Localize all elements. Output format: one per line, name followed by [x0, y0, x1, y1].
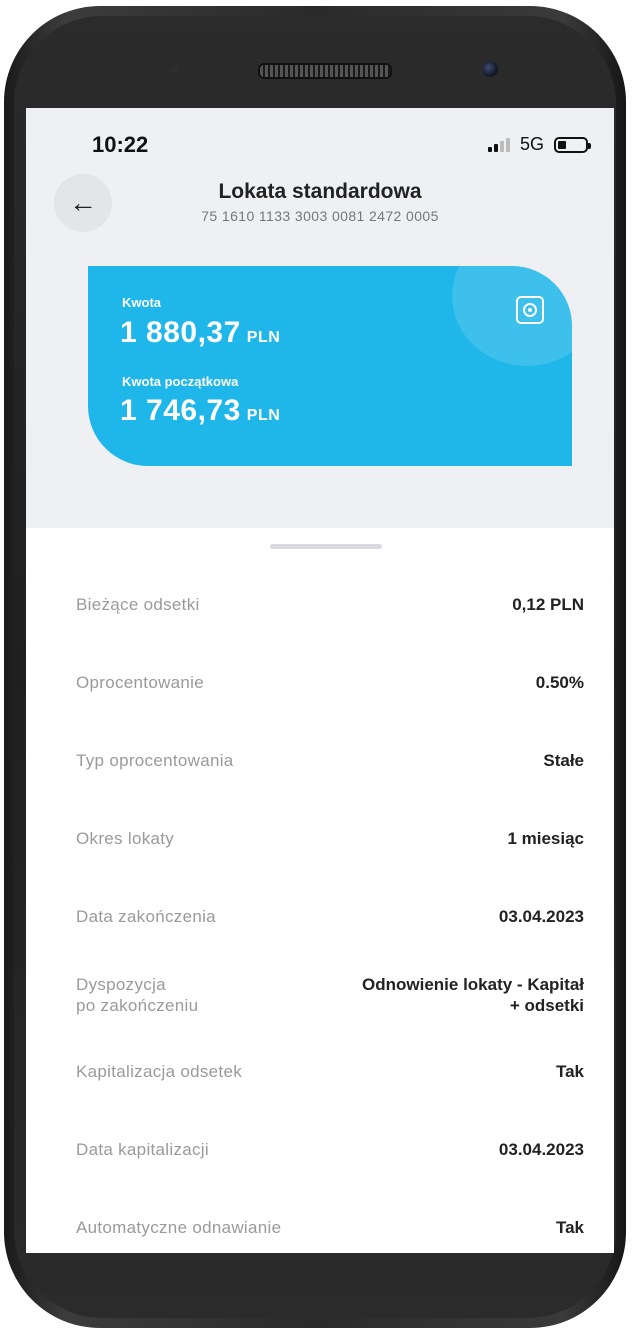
detail-label: Dyspozycja po zakończeniu — [76, 975, 199, 1015]
front-camera — [482, 61, 498, 77]
header-area: 10:22 5G ← Lokata standardowa 75 1610 11… — [26, 108, 614, 528]
detail-value: 0.50% — [535, 673, 584, 692]
detail-row-end-disposition: Dyspozycja po zakończeniu Odnowienie lok… — [76, 974, 584, 1016]
safe-icon[interactable] — [516, 296, 544, 324]
detail-row-deposit-period: Okres lokaty 1 miesiąc — [76, 828, 584, 849]
detail-value: Tak — [555, 1062, 584, 1081]
network-type: 5G — [519, 134, 544, 154]
detail-value: 1 miesiąc — [507, 829, 584, 848]
signal-icon — [487, 137, 510, 152]
detail-row-capitalization: Kapitalizacja odsetek Tak — [76, 1061, 584, 1082]
sensor-dot — [170, 65, 179, 74]
status-time: 10:22 — [92, 132, 149, 157]
detail-value: 0,12 PLN — [512, 595, 584, 614]
detail-label: Automatyczne odnawianie — [76, 1218, 282, 1237]
earpiece-speaker — [258, 63, 392, 79]
detail-label: Kapitalizacja odsetek — [76, 1062, 243, 1081]
amount-value: 1 880,37 PLN — [120, 316, 280, 350]
sheet-handle[interactable] — [270, 544, 382, 549]
initial-amount-label: Kwota początkowa — [122, 374, 239, 389]
detail-row-interest-type: Typ oprocentowania Stałe — [76, 750, 584, 771]
detail-label: Data kapitalizacji — [76, 1140, 209, 1159]
amount-currency: PLN — [246, 329, 281, 346]
amount-number: 1 880,37 — [120, 316, 241, 349]
phone-frame: 10:22 5G ← Lokata standardowa 75 1610 11… — [4, 6, 626, 1328]
status-indicators: 5G — [487, 134, 591, 155]
detail-label: Oprocentowanie — [76, 673, 204, 692]
detail-row-current-interest: Bieżące odsetki 0,12 PLN — [76, 594, 584, 615]
detail-label: Okres lokaty — [76, 829, 175, 848]
account-number: 75 1610 1133 3003 0081 2472 0005 — [201, 208, 439, 224]
detail-row-auto-renewal: Automatyczne odnawianie Tak — [76, 1217, 584, 1238]
app-screen: 10:22 5G ← Lokata standardowa 75 1610 11… — [26, 108, 614, 1253]
detail-value: Odnowienie lokaty - Kapitał + odsetki — [362, 975, 584, 1015]
detail-value: 03.04.2023 — [498, 1140, 584, 1159]
deposit-card: Kwota 1 880,37 PLN Kwota początkowa 1 746… — [88, 266, 572, 466]
detail-row-interest-rate: Oprocentowanie 0.50% — [76, 672, 584, 693]
detail-label: Data zakończenia — [76, 907, 216, 926]
detail-value: 03.04.2023 — [498, 907, 584, 926]
page-title: Lokata standardowa — [218, 180, 422, 203]
initial-amount-currency: PLN — [246, 407, 281, 424]
detail-value: Tak — [555, 1218, 584, 1237]
initial-amount-value: 1 746,73 PLN — [120, 394, 280, 428]
amount-label: Kwota — [122, 295, 161, 310]
detail-row-end-date: Data zakończenia 03.04.2023 — [76, 906, 584, 927]
card-decoration — [452, 266, 572, 366]
detail-row-capitalization-date: Data kapitalizacji 03.04.2023 — [76, 1139, 584, 1160]
detail-value: Stałe — [543, 751, 584, 770]
initial-amount-number: 1 746,73 — [120, 394, 241, 427]
detail-label: Bieżące odsetki — [76, 595, 200, 614]
detail-label: Typ oprocentowania — [76, 751, 234, 770]
battery-icon — [554, 136, 591, 153]
